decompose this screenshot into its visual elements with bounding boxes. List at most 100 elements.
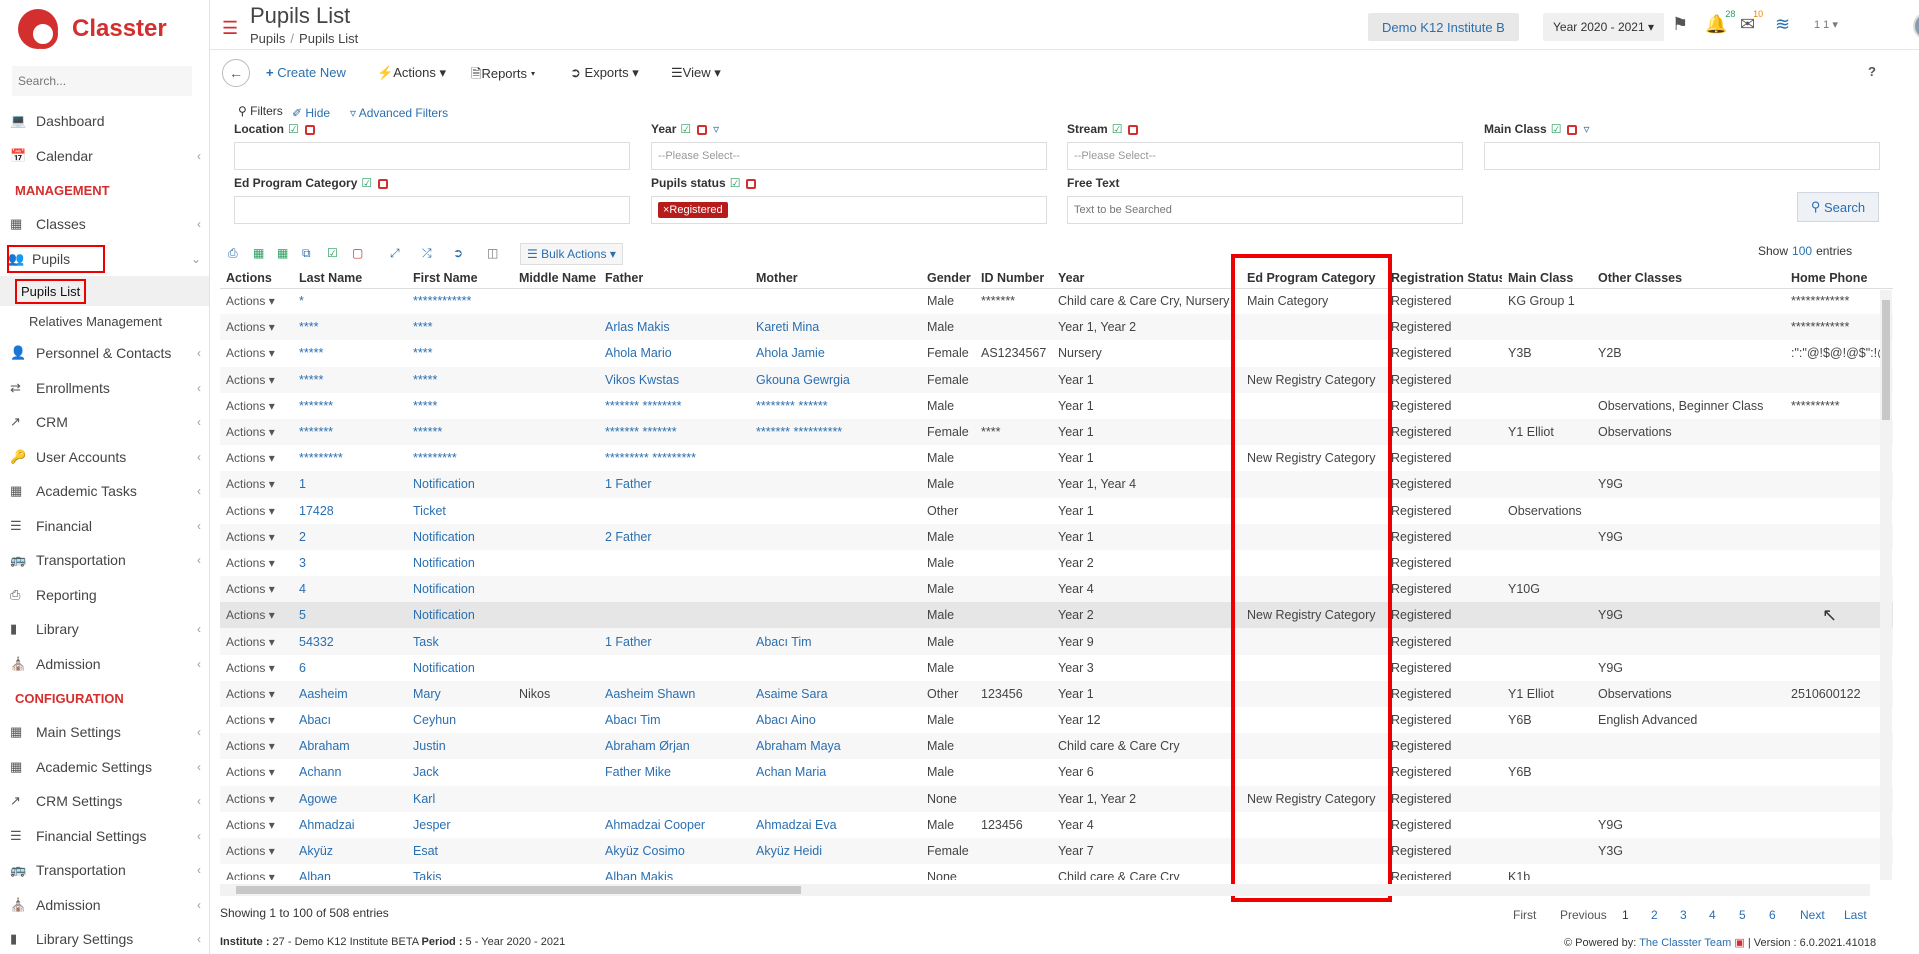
- sidebar-item-dashboard[interactable]: 💻 Dashboard: [0, 104, 209, 139]
- pager-last[interactable]: Last: [1844, 908, 1867, 922]
- horizontal-scroll-thumb[interactable]: [236, 886, 801, 894]
- cell-first-name[interactable]: Task: [407, 628, 513, 655]
- cell-father[interactable]: Abraham Ørjan: [599, 733, 750, 760]
- sidebar-item-pupils[interactable]: 👥 Pupils ⌄: [0, 242, 209, 277]
- filters-toggle[interactable]: ⚲ Filters: [238, 104, 283, 118]
- cell-last-name[interactable]: ****: [293, 314, 407, 341]
- cell-last-name[interactable]: Abacı: [293, 707, 407, 733]
- column-header-other-classes[interactable]: Other Classes: [1592, 268, 1785, 289]
- cell-first-name[interactable]: Mary: [407, 680, 513, 707]
- row-actions-dropdown[interactable]: Actions ▾: [220, 759, 293, 785]
- vertical-scroll-thumb[interactable]: [1882, 300, 1890, 420]
- table-row[interactable]: Actions ▾ Achann Jack Father Mike Achan Mari…: [220, 759, 1893, 785]
- table-row[interactable]: Actions ▾ **** **** Arlas Makis Kareti Mina M…: [220, 314, 1893, 341]
- row-actions-dropdown[interactable]: Actions ▾: [220, 498, 293, 524]
- cell-first-name[interactable]: Ticket: [407, 498, 513, 524]
- search-button[interactable]: ⚲ Search: [1797, 192, 1879, 222]
- classter-team-link[interactable]: The Classter Team: [1639, 937, 1731, 949]
- pager-first[interactable]: First: [1513, 908, 1536, 922]
- cell-first-name[interactable]: ****: [407, 314, 513, 341]
- column-header-id-number[interactable]: ID Number: [975, 268, 1052, 289]
- column-header-father[interactable]: Father: [599, 268, 750, 289]
- table-row[interactable]: Actions ▾ 3 Notification Male Year 2 Register…: [220, 550, 1893, 576]
- cell-first-name[interactable]: Esat: [407, 837, 513, 865]
- sidebar-item-library-settings[interactable]: ▮ Library Settings ‹: [0, 922, 209, 954]
- flag-icon[interactable]: ⚑: [1672, 14, 1688, 35]
- cell-father[interactable]: 1 Father: [599, 471, 750, 498]
- clear-icon[interactable]: [304, 124, 315, 135]
- pager-previous[interactable]: Previous: [1560, 908, 1607, 922]
- free-text-input[interactable]: [1067, 196, 1463, 224]
- clear-icon[interactable]: [1128, 124, 1139, 135]
- location-input[interactable]: [234, 142, 630, 170]
- row-actions-dropdown[interactable]: Actions ▾: [220, 785, 293, 812]
- table-row[interactable]: Actions ▾ Alban Takis Alban Makis None Child …: [220, 864, 1893, 880]
- cell-father[interactable]: Akyüz Cosimo: [599, 837, 750, 865]
- sidebar-item-library[interactable]: ▮ Library ‹: [0, 612, 209, 647]
- cell-father[interactable]: 1 Father: [599, 628, 750, 655]
- cell-first-name[interactable]: Notification: [407, 471, 513, 498]
- cell-first-name[interactable]: ************: [407, 288, 513, 314]
- cell-mother[interactable]: Abacı Aino: [750, 707, 921, 733]
- cell-last-name[interactable]: 5: [293, 602, 407, 629]
- table-row[interactable]: Actions ▾ 54332 Task 1 Father Abacı Tim Male Y…: [220, 628, 1893, 655]
- cell-last-name[interactable]: Akyüz: [293, 837, 407, 865]
- bulk-actions-button[interactable]: ☰ Bulk Actions ▾: [520, 243, 623, 265]
- row-actions-dropdown[interactable]: Actions ▾: [220, 864, 293, 880]
- column-header-last-name[interactable]: Last Name: [293, 268, 407, 289]
- cell-first-name[interactable]: Notification: [407, 576, 513, 603]
- sidebar-search-input[interactable]: [12, 66, 192, 96]
- row-actions-dropdown[interactable]: Actions ▾: [220, 288, 293, 314]
- row-actions-dropdown[interactable]: Actions ▾: [220, 418, 293, 446]
- share-icon[interactable]: ➲: [453, 246, 463, 260]
- sidebar-item-academic-settings[interactable]: ▦ Academic Settings ‹: [0, 750, 209, 785]
- sidebar-item-crm-settings[interactable]: ↗ CRM Settings ‹: [0, 784, 209, 819]
- row-actions-dropdown[interactable]: Actions ▾: [220, 733, 293, 760]
- cell-father[interactable]: ******* *******: [599, 418, 750, 446]
- help-button[interactable]: ?: [1868, 64, 1876, 79]
- cell-mother[interactable]: ******** ******: [750, 393, 921, 419]
- user-menu[interactable]: 1 1 ▾: [1814, 18, 1838, 31]
- pager-5[interactable]: 5: [1739, 908, 1746, 922]
- page-size-select[interactable]: 100: [1792, 244, 1812, 258]
- sidebar-item-academic-tasks[interactable]: ▦ Academic Tasks ‹: [0, 474, 209, 509]
- cell-mother[interactable]: ******* **********: [750, 418, 921, 446]
- cell-father[interactable]: Ahmadzai Cooper: [599, 812, 750, 838]
- cell-mother[interactable]: Gkouna Gewrgia: [750, 366, 921, 393]
- year-select[interactable]: --Please Select--: [651, 142, 1047, 170]
- table-row[interactable]: Actions ▾ ***** **** Ahola Mario Ahola Jamie…: [220, 340, 1893, 366]
- table-row[interactable]: Actions ▾ 2 Notification 2 Father Male Year 1…: [220, 523, 1893, 550]
- table-row[interactable]: Actions ▾ Aasheim Mary Nikos Aasheim Shawn As…: [220, 680, 1893, 707]
- row-actions-dropdown[interactable]: Actions ▾: [220, 523, 293, 550]
- row-actions-dropdown[interactable]: Actions ▾: [220, 812, 293, 838]
- row-actions-dropdown[interactable]: Actions ▾: [220, 707, 293, 733]
- cell-father[interactable]: ********* *********: [599, 445, 750, 471]
- ed-program-input[interactable]: [234, 196, 630, 224]
- row-actions-dropdown[interactable]: Actions ▾: [220, 628, 293, 655]
- column-header-home-phone[interactable]: Home Phone: [1785, 268, 1893, 289]
- breadcrumb-pupils[interactable]: Pupils: [250, 31, 285, 46]
- sidebar-item-admission[interactable]: ⛪ Admission ‹: [0, 888, 209, 923]
- sidebar-item-personnel-contacts[interactable]: 👤 Personnel & Contacts ‹: [0, 336, 209, 371]
- cell-last-name[interactable]: Aasheim: [293, 680, 407, 707]
- table-row[interactable]: Actions ▾ Abraham Justin Abraham Ørjan Abrah…: [220, 733, 1893, 760]
- cell-last-name[interactable]: Agowe: [293, 785, 407, 812]
- sidebar-item-reporting[interactable]: ⎙ Reporting: [0, 578, 209, 613]
- back-button[interactable]: ←: [222, 59, 250, 87]
- table-row[interactable]: Actions ▾ 17428 Ticket Other Year 1 Registere…: [220, 498, 1893, 524]
- cell-first-name[interactable]: Ceyhun: [407, 707, 513, 733]
- row-actions-dropdown[interactable]: Actions ▾: [220, 655, 293, 681]
- mail-icon[interactable]: ✉ 10: [1740, 8, 1766, 35]
- reports-menu-button[interactable]: 🗎Reports ▾: [471, 65, 535, 87]
- clear-icon[interactable]: [746, 178, 757, 189]
- cell-father[interactable]: 2 Father: [599, 523, 750, 550]
- cell-last-name[interactable]: *****: [293, 340, 407, 366]
- cell-last-name[interactable]: Abraham: [293, 733, 407, 760]
- status-tag-registered[interactable]: ×Registered: [658, 202, 728, 218]
- cell-last-name[interactable]: *******: [293, 418, 407, 446]
- clear-icon[interactable]: [378, 178, 389, 189]
- create-new-button[interactable]: + Create New: [266, 65, 346, 80]
- cell-first-name[interactable]: *********: [407, 445, 513, 471]
- bell-icon[interactable]: 🔔 28: [1705, 8, 1738, 35]
- cell-first-name[interactable]: Takis: [407, 864, 513, 880]
